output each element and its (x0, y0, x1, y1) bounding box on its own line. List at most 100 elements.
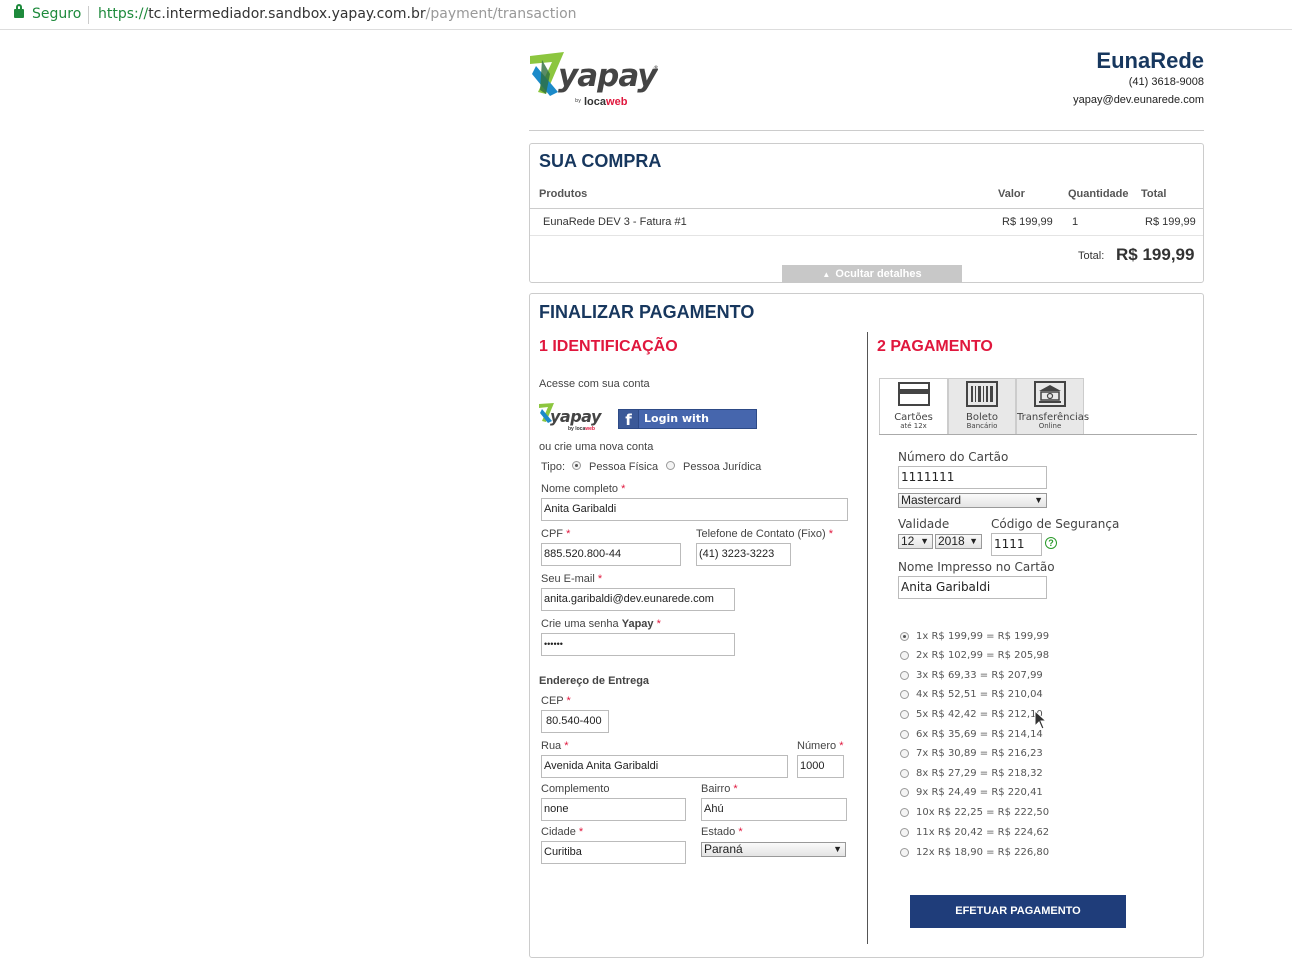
rua-input[interactable]: Avenida Anita Garibaldi (541, 755, 788, 778)
credit-card-icon (897, 382, 930, 406)
cvv-input[interactable]: 1111 (991, 533, 1042, 556)
purchase-title: SUA COMPRA (539, 151, 662, 171)
svg-text:locaweb: locaweb (584, 96, 628, 108)
dropdown-arrow-icon: ▼ (1034, 495, 1043, 505)
month-value: 12 (901, 534, 915, 548)
installment-radio[interactable] (900, 828, 909, 837)
telefone-input[interactable]: (41) 3223-3223 (696, 543, 791, 566)
installment-radio[interactable] (900, 848, 909, 857)
installment-option-label: 10x R$ 22,25 = R$ 222,50 (916, 807, 1050, 818)
card-number-input[interactable]: 1111111 (898, 466, 1047, 489)
tab-boleto-sub: Bancário (966, 422, 998, 430)
browser-address-bar[interactable]: Seguro https://tc.intermediador.sandbox.… (0, 0, 1292, 30)
required-mark: * (828, 528, 833, 540)
url-host: tc.intermediador.sandbox.yapay.com.br (148, 6, 426, 22)
required-mark: * (839, 740, 844, 752)
url-scheme: https:// (98, 6, 149, 22)
tab-cartoes[interactable]: Cartões até 12x (879, 378, 948, 435)
barcode-icon (966, 381, 998, 407)
yapay-login-button[interactable]: yapay by locaweb (538, 402, 608, 434)
cpf-label-text: CPF (541, 528, 563, 540)
table-header-divider (530, 208, 1203, 209)
year-value: 2018 (938, 534, 965, 548)
cpf-input[interactable]: 885.520.800-44 (541, 543, 681, 566)
cvv-label: Código de Segurança (991, 517, 1120, 531)
endereco-title: Endereço de Entrega (539, 675, 650, 687)
card-brand-value: Mastercard (901, 493, 962, 507)
cpf-label: CPF * (541, 528, 570, 540)
svg-text:yapay: yapay (550, 407, 602, 426)
facebook-login-button[interactable]: f Login with Facebook (618, 409, 757, 443)
email-input[interactable]: anita.garibaldi@dev.eunarede.com (541, 588, 735, 611)
tabs-baseline (879, 434, 1197, 435)
url-text[interactable]: https://tc.intermediador.sandbox.yapay.c… (98, 6, 577, 22)
installment-radio[interactable] (900, 690, 909, 699)
telefone-label: Telefone de Contato (Fixo) * (696, 528, 833, 540)
installment-radio[interactable] (900, 788, 909, 797)
required-mark: * (733, 783, 738, 795)
estado-select[interactable]: Paraná ▼ (701, 842, 846, 857)
card-name-input[interactable]: Anita Garibaldi (898, 576, 1047, 599)
tab-boleto[interactable]: Boleto Bancário (948, 378, 1016, 434)
installment-option-label: 1x R$ 199,99 = R$ 199,99 (916, 631, 1050, 642)
dropdown-arrow-icon: ▼ (969, 536, 978, 546)
card-brand-select[interactable]: Mastercard ▼ (898, 493, 1047, 508)
month-select[interactable]: 12 ▼ (898, 534, 933, 549)
create-account-text: ou crie uma nova conta (539, 441, 654, 453)
submit-payment-button[interactable]: EFETUAR PAGAMENTO (910, 895, 1126, 928)
year-select[interactable]: 2018 ▼ (935, 534, 982, 549)
installment-option-label: 6x R$ 35,69 = R$ 214,14 (916, 729, 1043, 740)
telefone-label-text: Telefone de Contato (Fixo) (696, 528, 826, 540)
cep-label: CEP * (541, 695, 571, 707)
tipo-pf-label: Pessoa Física (589, 461, 659, 473)
col-valor: Valor (998, 188, 1025, 200)
installment-option-label: 9x R$ 24,49 = R$ 220,41 (916, 787, 1043, 798)
tab-transferencias[interactable]: Transferências Online (1016, 378, 1089, 434)
installment-radio[interactable] (900, 710, 909, 719)
installment-option-label: 12x R$ 18,90 = R$ 226,80 (916, 847, 1050, 858)
numero-input[interactable]: 1000 (797, 755, 844, 778)
installment-option-label: 3x R$ 69,33 = R$ 207,99 (916, 670, 1043, 681)
cep-input[interactable]: 80.540-400 (541, 710, 609, 733)
hide-details-button[interactable]: ▲ Ocultar detalhes (782, 265, 962, 283)
tipo-pj-radio[interactable] (666, 461, 675, 470)
installment-radio[interactable] (900, 749, 909, 758)
facebook-login-label: Login with Facebook (644, 412, 709, 443)
senha-label-text: Crie uma senha (541, 618, 619, 630)
help-icon[interactable]: ? (1045, 537, 1057, 549)
email-label-text: Seu E-mail (541, 573, 595, 585)
tipo-pf-radio[interactable] (572, 461, 581, 470)
installment-radio[interactable] (900, 651, 909, 660)
card-number-label: Número do Cartão (898, 450, 1009, 464)
installment-radio[interactable] (900, 769, 909, 778)
installment-radio[interactable] (900, 730, 909, 739)
bairro-input[interactable]: Ahú (701, 798, 847, 821)
total-value: R$ 199,99 (1116, 245, 1195, 264)
installment-option-label: 4x R$ 52,51 = R$ 210,04 (916, 689, 1043, 700)
cidade-input[interactable]: Curitiba (541, 841, 686, 864)
nome-label: Nome completo * (541, 483, 625, 495)
bairro-label: Bairro * (701, 783, 738, 795)
estado-label: Estado * (701, 826, 743, 838)
col-total: Total (1141, 188, 1167, 200)
lock-icon (14, 4, 24, 18)
installment-radio[interactable] (900, 671, 909, 680)
rua-label-text: Rua (541, 740, 562, 752)
mouse-cursor-icon (1034, 710, 1046, 730)
estado-label-text: Estado (701, 826, 736, 838)
yapay-logo: yapay ® by locaweb (530, 52, 658, 108)
estado-select-value: Paraná (704, 842, 743, 856)
senha-input[interactable]: •••••• (541, 633, 735, 656)
complemento-input[interactable]: none (541, 798, 686, 821)
installment-radio[interactable] (900, 808, 909, 817)
required-mark: * (566, 528, 571, 540)
merchant-phone: (41) 3618-9008 (1128, 76, 1204, 88)
installment-radio[interactable] (900, 632, 909, 641)
secure-label: Seguro (32, 6, 82, 22)
nome-input[interactable]: Anita Garibaldi (541, 498, 848, 521)
merchant-email: yapay@dev.eunarede.com (1073, 94, 1204, 106)
installment-option-label: 5x R$ 42,42 = R$ 212,10 (916, 709, 1043, 720)
access-account-text: Acesse com sua conta (539, 378, 650, 390)
address-separator (88, 6, 89, 24)
installment-option-label: 11x R$ 20,42 = R$ 224,62 (916, 827, 1050, 838)
